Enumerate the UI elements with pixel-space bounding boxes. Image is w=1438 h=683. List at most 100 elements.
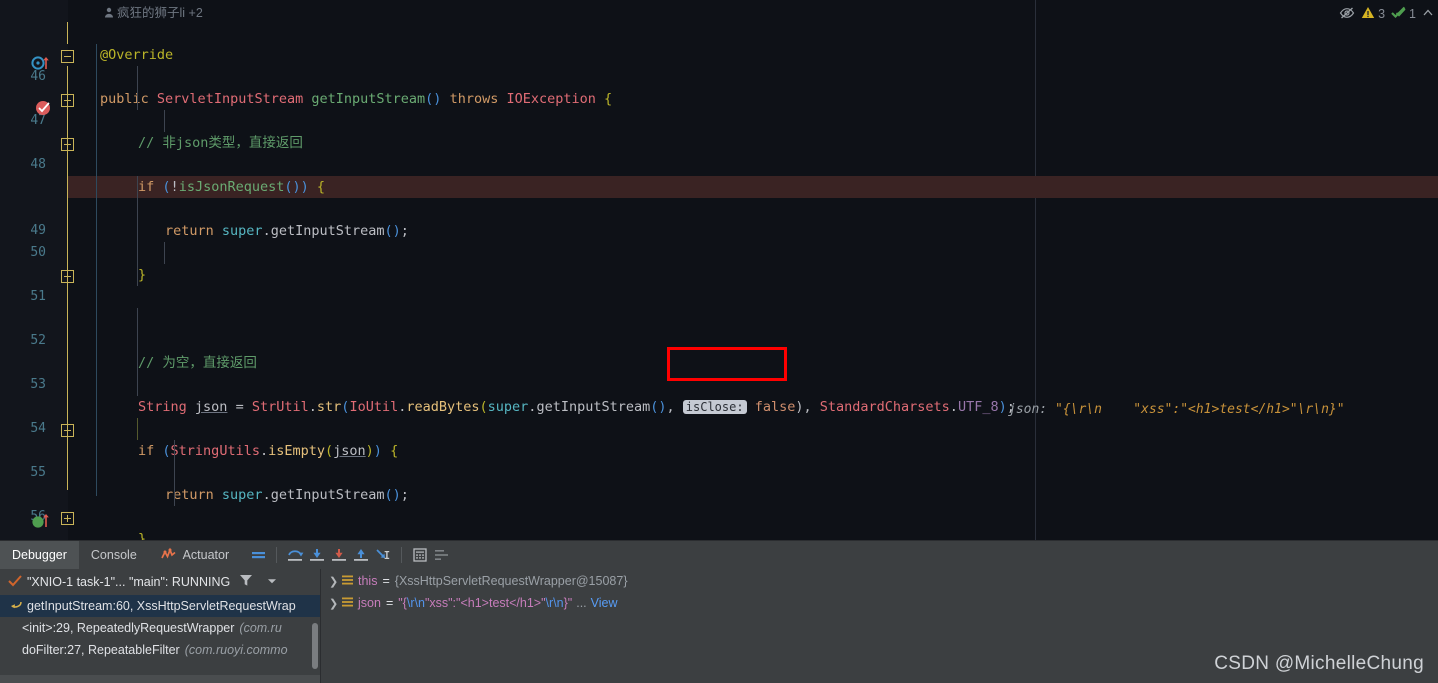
- eye-slash-icon[interactable]: [1339, 6, 1355, 23]
- force-step-into-button[interactable]: [328, 544, 350, 566]
- indent-guide: [137, 176, 138, 286]
- warning-indicator[interactable]: 3: [1361, 6, 1385, 22]
- code-line-49[interactable]: 49 if (!isJsonRequest()) {: [0, 176, 1438, 198]
- fold-toggle-57[interactable]: [61, 270, 74, 283]
- code-line-46[interactable]: 46 @Override: [0, 44, 1438, 66]
- variable-node-icon: [341, 574, 354, 589]
- toolbar-separator: [276, 547, 277, 563]
- variable-name: this: [358, 574, 377, 588]
- variable-view-link[interactable]: View: [591, 596, 618, 610]
- code-line-53[interactable]: 53 // 为空，直接返回: [0, 352, 1438, 374]
- fold-toggle-47[interactable]: [61, 50, 74, 63]
- code-line-50[interactable]: 50 return super.getInputStream();: [0, 220, 1438, 242]
- chevron-right-icon[interactable]: ❯: [329, 597, 341, 610]
- variable-row-this[interactable]: ❯ this = {XssHttpServletRequestWrapper@1…: [321, 571, 1438, 591]
- step-over-button[interactable]: [284, 544, 306, 566]
- frame-row-2[interactable]: doFilter:27, RepeatableFilter (com.ruoyi…: [0, 639, 320, 661]
- evaluate-expression-button[interactable]: [409, 544, 431, 566]
- code-text[interactable]: }: [138, 528, 146, 540]
- code-text[interactable]: return super.getInputStream();: [165, 484, 409, 506]
- implementing-method-icon[interactable]: [31, 55, 51, 71]
- chevron-down-icon[interactable]: [266, 575, 278, 589]
- filter-icon[interactable]: [239, 574, 253, 590]
- run-to-cursor-button[interactable]: [372, 544, 394, 566]
- person-icon: [104, 7, 114, 18]
- code-text[interactable]: // 非json类型，直接返回: [138, 132, 303, 154]
- variable-value-part: \r\n: [407, 596, 425, 610]
- frame-row-0[interactable]: getInputStream:60, XssHttpServletRequest…: [0, 595, 320, 617]
- inspection-widget[interactable]: 3 1: [1339, 2, 1434, 26]
- frame-label: <init>:29, RepeatedlyRequestWrapper: [22, 621, 234, 635]
- inline-debug-hint-54[interactable]: json: "{\r\n "xss":"<h1>test</h1>"\r\n}": [1008, 399, 1345, 421]
- line-number: 52: [0, 330, 46, 352]
- variable-value-part: "xss":"<h1>test</h1>": [425, 596, 546, 610]
- step-out-button[interactable]: [350, 544, 372, 566]
- line-number: 50: [0, 242, 46, 264]
- green-check-icon: [1391, 6, 1406, 22]
- tool-window-tabbar[interactable]: Debugger Console Actuator: [0, 541, 1438, 569]
- thread-label: "XNIO-1 task-1"... "main": RUNNING: [27, 575, 230, 589]
- code-vision-author[interactable]: 疯狂的狮子li +2: [0, 0, 1438, 22]
- variable-row-json[interactable]: ❯ json = "{ \r\n "xss":"<h1>test</h1>" \…: [321, 593, 1438, 613]
- frame-row-1[interactable]: <init>:29, RepeatedlyRequestWrapper (com…: [0, 617, 320, 639]
- tab-console[interactable]: Console: [79, 541, 149, 569]
- warning-triangle-icon: [1361, 6, 1375, 22]
- frame-label: doFilter:27, RepeatableFilter: [22, 643, 180, 657]
- code-text[interactable]: }: [138, 264, 146, 286]
- tab-debugger[interactable]: Debugger: [0, 541, 79, 569]
- fold-toggle-51[interactable]: [61, 138, 74, 151]
- variable-name: json: [358, 596, 381, 610]
- code-line-56[interactable]: 56 return super.getInputStream();: [0, 484, 1438, 506]
- code-line-52[interactable]: 52: [0, 308, 1438, 330]
- fold-toggle-63[interactable]: [61, 424, 74, 437]
- code-text[interactable]: // 为空，直接返回: [138, 352, 257, 374]
- ok-count: 1: [1409, 7, 1416, 21]
- indent-guide: [137, 66, 138, 110]
- method-scope-line: [96, 44, 97, 496]
- indent-guide: [137, 418, 138, 440]
- tab-actuator[interactable]: Actuator: [149, 541, 241, 569]
- toolbar-separator: [401, 547, 402, 563]
- line-number: 51: [0, 286, 46, 308]
- chevron-right-icon[interactable]: ❯: [329, 575, 341, 588]
- line-number: 54: [0, 418, 46, 440]
- indent-guide: [174, 440, 175, 506]
- code-content[interactable]: 疯狂的狮子li +2 46 @Override 47 public Servle…: [0, 0, 1438, 540]
- line-number: 55: [0, 462, 46, 484]
- variable-node-icon: [341, 596, 354, 611]
- code-line-55[interactable]: 55 if (StringUtils.isEmpty(json)) {: [0, 440, 1438, 462]
- variable-ellipsis: ...: [576, 596, 586, 610]
- frames-scrollbar[interactable]: [312, 623, 318, 669]
- show-execution-point-button[interactable]: [247, 544, 269, 566]
- step-into-button[interactable]: [306, 544, 328, 566]
- code-editor[interactable]: 疯狂的狮子li +2 46 @Override 47 public Servle…: [0, 0, 1438, 540]
- code-line-57[interactable]: 57 }: [0, 528, 1438, 540]
- fold-toggle-49[interactable]: [61, 94, 74, 107]
- code-line-54[interactable]: 54 String json = StrUtil.str(IoUtil.read…: [0, 396, 1438, 418]
- running-check-icon: [8, 575, 22, 590]
- frame-label: getInputStream:60, XssHttpServletRequest…: [27, 599, 296, 613]
- code-text[interactable]: if (StringUtils.isEmpty(json)) {: [138, 440, 398, 462]
- fold-toggle-65[interactable]: [61, 512, 74, 525]
- code-text[interactable]: String json = StrUtil.str(IoUtil.readByt…: [138, 396, 1015, 418]
- layout-settings-button[interactable]: [431, 544, 453, 566]
- indent-guide: [137, 308, 138, 396]
- code-text[interactable]: @Override: [100, 44, 173, 66]
- code-text[interactable]: if (!isJsonRequest()) {: [138, 176, 325, 198]
- debugger-tool-window[interactable]: Debugger Console Actuator: [0, 540, 1438, 683]
- code-text[interactable]: return super.getInputStream();: [165, 220, 409, 242]
- frames-panel[interactable]: "XNIO-1 task-1"... "main": RUNNING: [0, 569, 321, 683]
- code-vision-label-1[interactable]: 疯狂的狮子li +2: [104, 2, 203, 24]
- chevron-up-icon[interactable]: [1422, 7, 1434, 22]
- variable-value-part: }": [564, 596, 573, 610]
- watermark: CSDN @MichelleChung: [1214, 653, 1424, 675]
- thread-selector[interactable]: "XNIO-1 task-1"... "main": RUNNING: [0, 569, 320, 595]
- code-line-48[interactable]: 48 // 非json类型，直接返回: [0, 132, 1438, 154]
- code-text[interactable]: public ServletInputStream getInputStream…: [100, 88, 612, 110]
- breakpoint-verified-icon[interactable]: [35, 99, 53, 117]
- code-line-47[interactable]: 47 public ServletInputStream getInputStr…: [0, 88, 1438, 110]
- code-line-51[interactable]: 51 }: [0, 264, 1438, 286]
- fold-guide: [67, 22, 68, 44]
- ok-indicator[interactable]: 1: [1391, 6, 1416, 22]
- overriding-method-icon[interactable]: [31, 512, 51, 528]
